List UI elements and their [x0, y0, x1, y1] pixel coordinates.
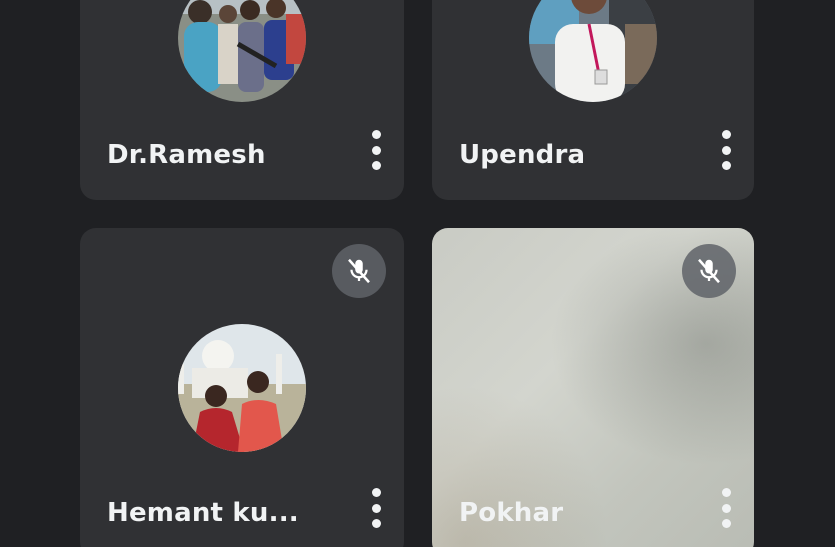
participant-name: Dr.Ramesh	[107, 140, 266, 170]
participant-name: Upendra	[459, 140, 586, 170]
participant-tile-dr-ramesh[interactable]: Dr.Ramesh	[80, 0, 404, 200]
participant-tile-hemant[interactable]: Hemant ku...	[80, 228, 404, 547]
more-options-icon[interactable]	[716, 488, 736, 528]
mic-off-icon	[332, 244, 386, 298]
participant-tile-upendra[interactable]: Upendra	[432, 0, 754, 200]
participant-avatar	[178, 0, 306, 102]
more-options-icon[interactable]	[716, 130, 736, 170]
more-options-icon[interactable]	[366, 130, 386, 170]
mic-off-icon	[682, 244, 736, 298]
participant-name: Pokhar	[459, 498, 564, 528]
more-options-icon[interactable]	[366, 488, 386, 528]
participant-avatar	[529, 0, 657, 102]
participant-avatar	[178, 324, 306, 452]
participant-tile-pokhar[interactable]: Pokhar	[432, 228, 754, 547]
participants-grid: Dr.Ramesh Upendra Hemant ku... Pokhar	[0, 0, 835, 547]
participant-name: Hemant ku...	[107, 498, 299, 528]
